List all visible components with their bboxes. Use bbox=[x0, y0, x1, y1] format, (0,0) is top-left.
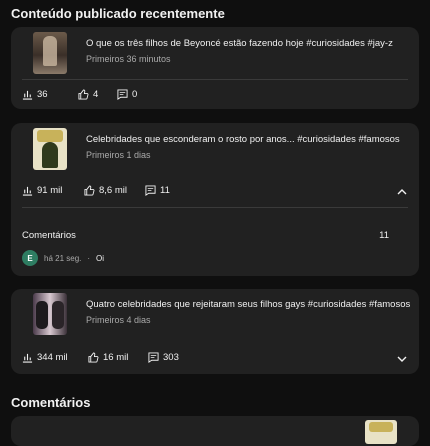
comment-icon bbox=[117, 89, 128, 100]
separator: · bbox=[87, 253, 91, 263]
likes-stat: 8,6 mil bbox=[84, 185, 127, 196]
divider bbox=[22, 79, 408, 80]
video-row[interactable]: O que os três filhos de Beyoncé estão fa… bbox=[11, 32, 419, 74]
comments-total: 11 bbox=[379, 230, 389, 241]
likes-count: 8,6 mil bbox=[99, 185, 127, 196]
video-thumbnail[interactable] bbox=[365, 420, 397, 444]
comment-icon bbox=[145, 185, 156, 196]
video-card-2[interactable]: Celebridades que esconderam o rosto por … bbox=[11, 123, 419, 276]
thumbs-up-icon bbox=[84, 185, 95, 196]
video-row[interactable]: Celebridades que esconderam o rosto por … bbox=[11, 128, 419, 170]
video-stats: 344 mil 16 mil 303 bbox=[22, 352, 408, 368]
video-stats: 36 4 0 bbox=[22, 89, 408, 105]
video-subtitle: Primeiros 1 dias bbox=[86, 150, 151, 160]
likes-stat: 16 mil bbox=[88, 352, 128, 363]
thumbs-up-icon bbox=[88, 352, 99, 363]
thumbs-up-icon bbox=[78, 89, 89, 100]
likes-stat: 4 bbox=[78, 89, 98, 100]
comment-card[interactable] bbox=[11, 416, 419, 446]
video-subtitle: Primeiros 36 minutos bbox=[86, 54, 171, 64]
comment-time: há 21 seg. bbox=[44, 253, 82, 263]
video-card-3[interactable]: Quatro celebridades que rejeitaram seus … bbox=[11, 289, 419, 374]
comments-stat: 0 bbox=[117, 89, 137, 100]
video-title[interactable]: Quatro celebridades que rejeitaram seus … bbox=[86, 299, 411, 310]
video-stats: 91 mil 8,6 mil 11 bbox=[22, 185, 408, 201]
views-count: 36 bbox=[37, 89, 48, 100]
chevron-up-icon[interactable] bbox=[396, 186, 408, 198]
bar-chart-icon bbox=[22, 90, 33, 100]
video-thumbnail[interactable] bbox=[33, 293, 67, 335]
video-subtitle: Primeiros 4 dias bbox=[86, 315, 151, 325]
comment-icon bbox=[148, 352, 159, 363]
comment-text: Oi bbox=[96, 253, 105, 263]
views-count: 344 mil bbox=[37, 352, 68, 363]
views-count: 91 mil bbox=[37, 185, 63, 196]
video-thumbnail[interactable] bbox=[33, 128, 67, 170]
recent-content-title: Conteúdo publicado recentemente bbox=[11, 6, 225, 21]
views-stat: 36 bbox=[22, 89, 48, 100]
avatar[interactable]: E bbox=[22, 250, 38, 266]
bar-chart-icon bbox=[22, 353, 33, 363]
comments-label[interactable]: Comentários bbox=[22, 230, 76, 241]
chevron-down-icon[interactable] bbox=[396, 353, 408, 365]
comments-stat: 303 bbox=[148, 352, 179, 363]
video-card-1[interactable]: O que os três filhos de Beyoncé estão fa… bbox=[11, 27, 419, 109]
likes-count: 4 bbox=[93, 89, 99, 100]
video-title[interactable]: O que os três filhos de Beyoncé estão fa… bbox=[86, 38, 411, 49]
video-thumbnail[interactable] bbox=[33, 32, 67, 74]
comments-count: 303 bbox=[163, 352, 179, 363]
comments-section-title: Comentários bbox=[11, 395, 91, 410]
views-stat: 91 mil bbox=[22, 185, 62, 196]
comment-item[interactable]: E há 21 seg. · Oi bbox=[22, 250, 104, 266]
likes-count: 16 mil bbox=[103, 352, 129, 363]
divider bbox=[22, 207, 408, 208]
bar-chart-icon bbox=[22, 186, 33, 196]
comments-stat: 11 bbox=[145, 185, 170, 196]
comments-count: 11 bbox=[160, 185, 170, 196]
video-row[interactable]: Quatro celebridades que rejeitaram seus … bbox=[11, 293, 419, 335]
comments-count: 0 bbox=[132, 89, 138, 100]
views-stat: 344 mil bbox=[22, 352, 68, 363]
video-title[interactable]: Celebridades que esconderam o rosto por … bbox=[86, 134, 411, 145]
